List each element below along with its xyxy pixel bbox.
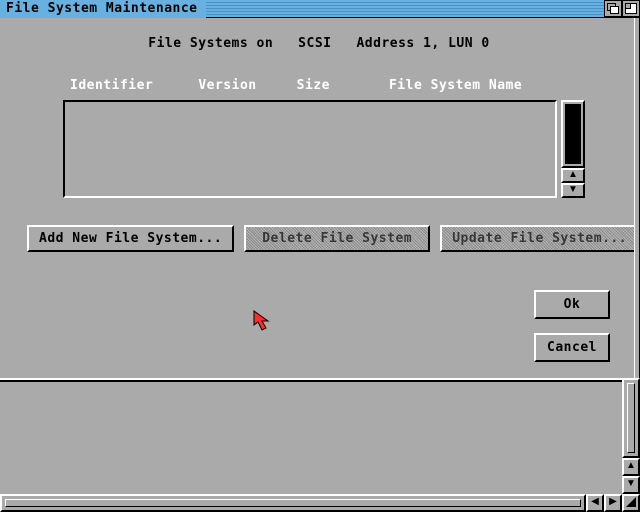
heading-address-value: 1 — [423, 36, 431, 51]
filesystem-list-scrollbar: ▲ ▼ — [561, 100, 585, 198]
heading-lun-label: LUN — [448, 36, 473, 51]
window-hscroll-right-button[interactable]: ▶ — [604, 494, 622, 512]
chevron-right-icon: ▶ — [609, 496, 617, 507]
chevron-left-icon: ◀ — [591, 496, 599, 507]
window-vscroll-up-button[interactable]: ▲ — [622, 458, 640, 476]
chevron-down-icon: ▼ — [568, 184, 578, 195]
filesystem-list-wrap: ▲ ▼ — [63, 100, 585, 198]
cancel-button[interactable]: Cancel — [534, 333, 610, 362]
cancel-label: Cancel — [547, 340, 597, 355]
chevron-up-icon: ▲ — [626, 460, 636, 471]
column-header-filesystem-name: File System Name — [389, 78, 549, 93]
chevron-up-icon: ▲ — [568, 169, 578, 180]
dialog-heading: File Systems on SCSI Address 1, LUN 0 — [0, 36, 638, 51]
column-headers: Identifier Version Size File System Name — [70, 78, 588, 93]
ok-cancel-group: Ok Cancel — [534, 290, 610, 362]
depth-gadget-icon[interactable] — [604, 0, 622, 17]
window-right-border — [634, 18, 640, 378]
column-header-size: Size — [297, 78, 381, 93]
titlebar-gadgets — [604, 0, 640, 18]
window-hscroll-thumb[interactable] — [5, 499, 581, 507]
heading-lun-value: 0 — [481, 36, 489, 51]
lower-panel — [0, 382, 638, 492]
window-size-gadget-icon[interactable] — [622, 494, 640, 512]
list-scroll-thumb[interactable] — [565, 104, 581, 164]
window-vertical-scrollbar: ▲ ▼ — [622, 378, 640, 494]
update-filesystem-button: Update File System... — [440, 225, 639, 252]
update-filesystem-label: Update File System... — [452, 231, 627, 246]
screen: File System Maintenance File Systems on … — [0, 0, 640, 512]
ok-button[interactable]: Ok — [534, 290, 610, 319]
window-horizontal-scrollbar: ◀ ▶ — [0, 494, 640, 512]
dialog-area: File Systems on SCSI Address 1, LUN 0 Id… — [0, 18, 640, 378]
list-scroll-trough[interactable] — [561, 100, 585, 168]
add-filesystem-label: Add New File System... — [39, 231, 222, 246]
delete-filesystem-label: Delete File System — [262, 231, 412, 246]
column-header-version: Version — [198, 78, 288, 93]
window-vscroll-trough[interactable] — [622, 378, 640, 458]
window-hscroll-left-button[interactable]: ◀ — [586, 494, 604, 512]
zoom-gadget-icon[interactable] — [622, 0, 640, 17]
window-hscroll-trough[interactable] — [0, 494, 586, 512]
ok-label: Ok — [564, 297, 581, 312]
action-button-row: Add New File System... Delete File Syste… — [27, 225, 639, 252]
add-filesystem-button[interactable]: Add New File System... — [27, 225, 234, 252]
list-scroll-down-button[interactable]: ▼ — [561, 183, 585, 198]
column-header-identifier: Identifier — [70, 78, 190, 93]
window-vscroll-thumb[interactable] — [627, 383, 635, 453]
window-title: File System Maintenance — [0, 0, 206, 18]
heading-address-label: Address — [356, 36, 414, 51]
chevron-down-icon: ▼ — [626, 478, 636, 489]
filesystem-list[interactable] — [63, 100, 557, 198]
window-titlebar[interactable]: File System Maintenance — [0, 0, 640, 18]
window-vscroll-down-button[interactable]: ▼ — [622, 476, 640, 494]
delete-filesystem-button: Delete File System — [244, 225, 430, 252]
heading-prefix: File Systems on — [148, 36, 273, 51]
list-scroll-up-button[interactable]: ▲ — [561, 168, 585, 183]
heading-bus: SCSI — [298, 36, 331, 51]
